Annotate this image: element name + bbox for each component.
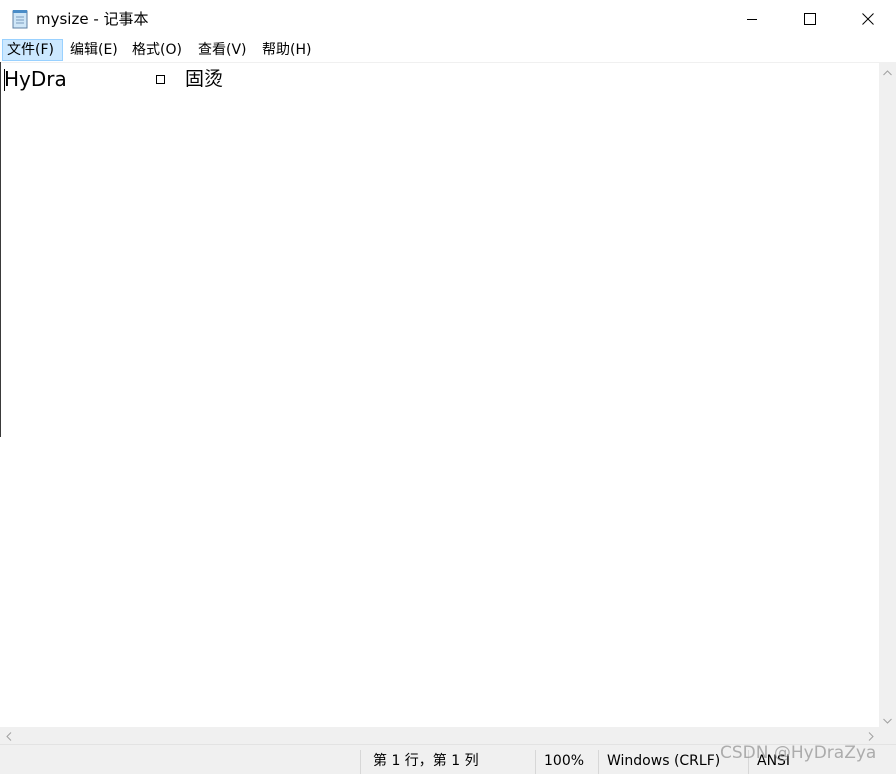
status-divider: [360, 750, 361, 774]
menu-edit[interactable]: 编辑(E): [66, 39, 122, 61]
status-line-ending: Windows (CRLF): [607, 753, 721, 769]
status-divider: [598, 750, 599, 774]
vertical-scrollbar[interactable]: [879, 62, 896, 727]
editor-text-cjk: 固烫: [185, 68, 224, 90]
status-divider: [535, 750, 536, 774]
menu-bar: 文件(F) 编辑(E) 格式(O) 查看(V) 帮助(H): [0, 38, 896, 62]
scrollbar-corner: [879, 727, 896, 744]
minimize-icon: [746, 10, 758, 29]
menu-view[interactable]: 查看(V): [194, 39, 251, 61]
chevron-down-icon: [883, 709, 892, 728]
editor-left-border: [0, 62, 1, 437]
editor-text-latin: HyDra: [4, 67, 67, 91]
maximize-button[interactable]: [781, 0, 839, 38]
maximize-icon: [804, 10, 816, 29]
unknown-char-glyph: [156, 75, 165, 84]
status-zoom: 100%: [544, 753, 585, 769]
watermark: CSDN @HyDraZya: [720, 743, 877, 763]
scroll-down-button[interactable]: [879, 710, 896, 727]
close-icon: [862, 10, 874, 29]
text-caret: [4, 69, 5, 91]
text-editor[interactable]: HyDra 固烫: [0, 62, 879, 727]
chevron-up-icon: [883, 61, 892, 80]
menu-help[interactable]: 帮助(H): [258, 39, 315, 61]
title-bar[interactable]: mysize - 记事本: [0, 0, 896, 38]
scroll-left-button[interactable]: [0, 727, 17, 744]
chevron-left-icon: [5, 726, 12, 745]
scroll-up-button[interactable]: [879, 62, 896, 79]
status-cursor-position: 第 1 行，第 1 列: [373, 753, 479, 769]
close-button[interactable]: [839, 0, 896, 38]
menu-file[interactable]: 文件(F): [2, 39, 63, 61]
notepad-window: mysize - 记事本 文件(F) 编辑(E) 格式(O) 查看(V) 帮助(…: [0, 0, 896, 774]
minimize-button[interactable]: [723, 0, 781, 38]
window-title: mysize - 记事本: [36, 10, 149, 28]
menu-format[interactable]: 格式(O): [128, 39, 186, 61]
notepad-icon: [11, 9, 29, 29]
